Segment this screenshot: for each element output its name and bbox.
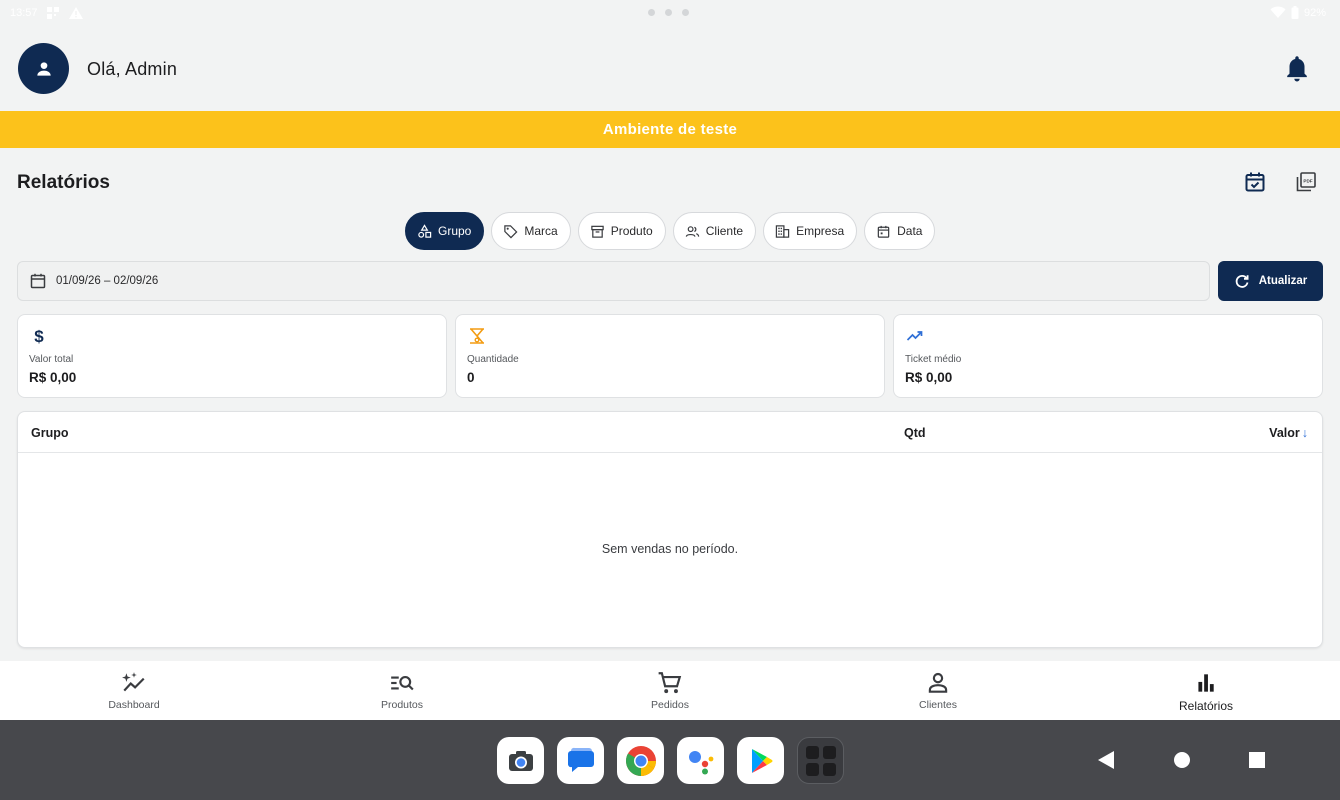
back-triangle-icon: [1098, 751, 1114, 769]
cart-icon: [658, 672, 682, 694]
stat-value: R$ 0,00: [905, 370, 953, 385]
chrome-app-icon[interactable]: [617, 737, 664, 784]
date-range-field[interactable]: 01/09/26 – 02/09/26: [17, 261, 1210, 301]
pdf-icon: PDF: [1296, 172, 1316, 192]
home-circle-icon: [1174, 752, 1190, 768]
bar-chart-icon: [1198, 674, 1214, 692]
environment-banner: Ambiente de teste: [0, 111, 1340, 148]
nav-label: Pedidos: [651, 699, 689, 711]
warning-icon: [69, 7, 83, 19]
group-by-filters: Grupo Marca Produto Cliente Empresa Data: [405, 212, 936, 250]
notifications-button[interactable]: [1283, 54, 1311, 84]
status-bar: 13:57 92%: [0, 0, 1340, 26]
stat-value: R$ 0,00: [29, 370, 77, 385]
column-header-valor[interactable]: Valor ↓: [1269, 426, 1308, 440]
nav-relatorios[interactable]: Relatórios: [1072, 661, 1340, 720]
quantity-icon: [467, 326, 487, 346]
column-header-valor-label: Valor: [1269, 426, 1300, 440]
greeting-text: Olá, Admin: [87, 59, 178, 79]
nav-label: Relatórios: [1178, 699, 1234, 713]
system-taskbar: [0, 720, 1340, 800]
camera-app-icon[interactable]: [497, 737, 544, 784]
chip-grupo[interactable]: Grupo: [405, 212, 485, 250]
nav-label: Produtos: [380, 699, 424, 711]
avatar[interactable]: [18, 43, 69, 94]
sparkle-chart-icon: [122, 672, 145, 692]
chip-label: Data: [897, 224, 923, 238]
sort-descending-icon: ↓: [1301, 426, 1308, 440]
export-pdf-button[interactable]: PDF: [1293, 169, 1319, 195]
stat-label: Quantidade: [467, 354, 519, 365]
report-table: Grupo Qtd Valor ↓ Sem vendas no período.: [17, 411, 1323, 648]
back-button[interactable]: [1097, 750, 1115, 775]
date-range-value: 01/09/26 – 02/09/26: [56, 275, 159, 287]
dollar-icon: $: [29, 326, 49, 346]
chip-empresa[interactable]: Empresa: [763, 212, 858, 250]
refresh-label: Atualizar: [1258, 275, 1308, 287]
app-notification-icon: [47, 7, 59, 19]
column-header-qtd[interactable]: Qtd: [904, 426, 926, 440]
calendar-icon: [30, 273, 46, 289]
trending-up-icon: [905, 326, 925, 346]
calendar-check-icon: [1245, 172, 1265, 192]
refresh-icon: [1235, 275, 1249, 288]
multitask-dots[interactable]: [648, 9, 689, 16]
calendar-icon: [877, 225, 890, 238]
nav-label: Clientes: [919, 699, 957, 711]
nav-pedidos[interactable]: Pedidos: [536, 661, 804, 720]
svg-text:PDF: PDF: [1303, 178, 1312, 183]
stat-card-ticket-medio: Ticket médio R$ 0,00: [893, 314, 1323, 398]
list-search-icon: [391, 675, 414, 691]
refresh-button[interactable]: Atualizar: [1218, 261, 1323, 301]
chip-data[interactable]: Data: [864, 212, 936, 250]
chip-label: Marca: [524, 224, 558, 238]
app-header: Olá, Admin: [0, 26, 1340, 111]
shapes-icon: [418, 223, 432, 238]
home-button[interactable]: [1173, 750, 1191, 775]
person-icon: [36, 61, 51, 76]
chip-label: Cliente: [705, 224, 744, 238]
app-drawer-icon[interactable]: [797, 737, 844, 784]
svg-text:$: $: [34, 327, 44, 345]
play-store-app-icon[interactable]: [737, 737, 784, 784]
box-icon: [590, 225, 604, 238]
recents-square-icon: [1249, 752, 1265, 768]
messages-app-icon[interactable]: [557, 737, 604, 784]
stat-value: 0: [467, 370, 475, 385]
page-title: Relatórios: [17, 172, 110, 193]
nav-dashboard[interactable]: Dashboard: [0, 661, 268, 720]
chip-marca[interactable]: Marca: [491, 212, 571, 250]
tag-icon: [504, 224, 518, 238]
battery-percent: 92%: [1303, 6, 1326, 19]
chip-label: Produto: [610, 224, 653, 238]
people-icon: [685, 225, 699, 237]
select-period-button[interactable]: [1242, 169, 1268, 195]
chip-produto[interactable]: Produto: [577, 212, 666, 250]
chip-cliente[interactable]: Cliente: [672, 212, 757, 250]
bottom-navigation: Dashboard Produtos Pedidos Clientes Rela…: [0, 661, 1340, 720]
chip-label: Empresa: [796, 224, 845, 238]
recents-button[interactable]: [1248, 750, 1266, 775]
battery-icon: [1291, 6, 1299, 19]
column-header-grupo[interactable]: Grupo: [31, 426, 69, 440]
chip-label: Grupo: [438, 224, 472, 238]
bell-icon: [1287, 56, 1307, 82]
nav-clientes[interactable]: Clientes: [804, 661, 1072, 720]
status-time: 13:57: [10, 7, 38, 19]
table-header: Grupo Qtd Valor ↓: [18, 412, 1322, 453]
stat-card-valor-total: $ Valor total R$ 0,00: [17, 314, 447, 398]
stat-label: Valor total: [29, 354, 74, 365]
assistant-app-icon[interactable]: [677, 737, 724, 784]
wifi-icon: [1270, 6, 1286, 18]
person-icon: [928, 672, 948, 693]
nav-produtos[interactable]: Produtos: [268, 661, 536, 720]
empty-state-message: Sem vendas no período.: [601, 542, 739, 556]
stat-label: Ticket médio: [905, 354, 962, 365]
nav-label: Dashboard: [108, 699, 160, 711]
building-icon: [775, 224, 790, 238]
stat-card-quantidade: Quantidade 0: [455, 314, 885, 398]
